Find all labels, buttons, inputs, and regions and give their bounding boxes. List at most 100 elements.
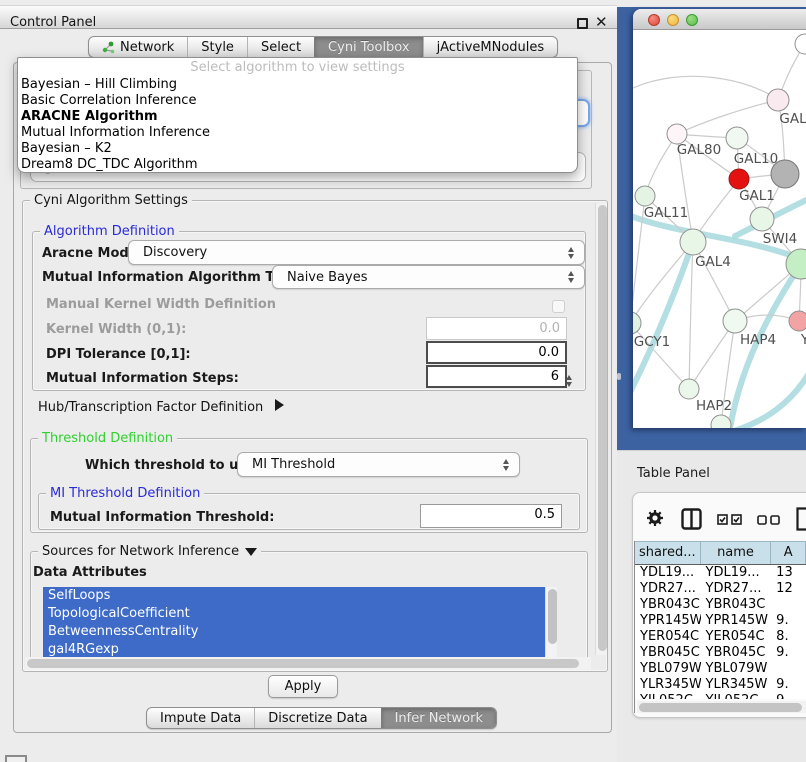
- network-window-titlebar[interactable]: [633, 9, 806, 30]
- network-edge-thick[interactable]: [633, 242, 693, 402]
- attribute-item[interactable]: SelfLoops: [43, 587, 557, 605]
- network-node-GAL10[interactable]: [726, 127, 748, 149]
- expand-right-icon: [275, 399, 284, 411]
- mi-type-combo[interactable]: Naive Bayes: [272, 265, 585, 289]
- checked-columns-icon[interactable]: [717, 514, 742, 525]
- tab-cyni-toolbox[interactable]: Cyni Toolbox: [314, 37, 423, 57]
- algorithm-option[interactable]: Bayesian – K2: [18, 141, 577, 157]
- column-header[interactable]: A: [771, 542, 806, 564]
- table-rows: YDL19...YDL19...13YDR27...YDR27...12YBR0…: [635, 565, 806, 699]
- cyni-algorithm-settings-title: Cyni Algorithm Settings: [30, 193, 192, 208]
- manual-kernel-checkbox[interactable]: [552, 300, 565, 313]
- minimized-panel-icon[interactable]: [5, 755, 27, 762]
- data-attributes-label: Data Attributes: [33, 565, 147, 580]
- hub-definition-toggle[interactable]: Hub/Transcription Factor Definition: [38, 399, 284, 415]
- settings-vertical-scrollbar[interactable]: [595, 203, 607, 655]
- algorithm-option[interactable]: ARACNE Algorithm: [18, 109, 577, 125]
- network-node-gray-hub[interactable]: [771, 160, 799, 188]
- zoom-traffic-light-icon[interactable]: [686, 14, 698, 26]
- mi-steps-field[interactable]: 6: [426, 365, 567, 388]
- attributes-scrollbar[interactable]: [545, 587, 557, 657]
- attribute-item[interactable]: BetweennessCentrality: [43, 623, 557, 641]
- sources-toggle[interactable]: Sources for Network Inference: [38, 544, 261, 559]
- column-header[interactable]: shared...: [635, 542, 701, 564]
- split-columns-icon[interactable]: [681, 508, 702, 530]
- hub-definition-label: Hub/Transcription Factor Definition: [38, 400, 263, 415]
- network-node-bottom-partial[interactable]: [711, 415, 731, 428]
- settings-horizontal-scrollbar[interactable]: [25, 657, 591, 670]
- node-label-GAL80: GAL80: [677, 142, 721, 158]
- algorithm-option[interactable]: Bayesian – Hill Climbing: [18, 77, 577, 93]
- network-edge[interactable]: [677, 100, 778, 134]
- tab-select[interactable]: Select: [247, 37, 314, 57]
- table-cell: YBR043C: [701, 597, 772, 613]
- tab-discretize-data[interactable]: Discretize Data: [254, 708, 380, 728]
- network-node-HAP2[interactable]: [679, 379, 699, 399]
- table-cell: YPR145W: [701, 613, 772, 629]
- network-node-Y-partial[interactable]: [789, 311, 806, 331]
- table-row[interactable]: YPR145WYPR145W9.: [635, 613, 806, 629]
- which-threshold-combo[interactable]: MI Threshold: [237, 452, 520, 477]
- network-node-GAL4[interactable]: [680, 229, 706, 255]
- table-row[interactable]: YBR045CYBR045C9.: [635, 645, 806, 661]
- network-edge[interactable]: [689, 242, 693, 389]
- close-icon[interactable]: ✕: [595, 13, 608, 31]
- network-node-green-1[interactable]: [750, 207, 774, 231]
- algorithm-option[interactable]: Basic Correlation Inference: [18, 93, 577, 109]
- table-row[interactable]: YIL052CYIL052C9: [635, 693, 806, 699]
- node-table: shared...nameA YDL19...YDL19...13YDR27..…: [634, 541, 806, 713]
- network-canvas[interactable]: GALGAL80GAL10GAL1GAL11GAL4SWI4HAP4YGCY1H…: [633, 30, 806, 428]
- network-node-GCY1[interactable]: [633, 312, 641, 334]
- combo-spinner-icon: [503, 459, 510, 471]
- attribute-item[interactable]: gal4RGexp: [43, 641, 557, 657]
- table-row[interactable]: YDL19...YDL19...13: [635, 565, 806, 581]
- table-cell: [771, 597, 806, 613]
- table-horizontal-scrollbar[interactable]: [637, 701, 806, 713]
- minimize-traffic-light-icon[interactable]: [667, 14, 679, 26]
- algorithm-option[interactable]: Dream8 DC_TDC Algorithm: [18, 157, 577, 173]
- network-node-GAL2[interactable]: [767, 89, 789, 111]
- dpi-tolerance-field[interactable]: 0.0: [426, 341, 567, 364]
- mi-threshold-field[interactable]: 0.5: [420, 504, 562, 528]
- tab-impute-data[interactable]: Impute Data: [147, 708, 254, 728]
- algorithm-popup-prompt: Select algorithm to view settings: [18, 58, 577, 77]
- column-header[interactable]: name: [701, 542, 772, 564]
- tab-label: Network: [120, 40, 174, 55]
- node-label-GAL2: GAL: [779, 111, 806, 127]
- table-row[interactable]: YLR345WYLR345W9.: [635, 677, 806, 693]
- tab-infer-network[interactable]: Infer Network: [381, 708, 496, 728]
- gear-icon[interactable]: [646, 509, 664, 527]
- network-node-top-partial[interactable]: [795, 34, 806, 54]
- network-node-HAP4[interactable]: [723, 309, 747, 333]
- aracne-mode-value: Discovery: [143, 245, 207, 260]
- unchecked-columns-icon[interactable]: [757, 515, 780, 525]
- aracne-mode-combo[interactable]: Discovery: [128, 240, 585, 265]
- network-node-GAL1[interactable]: [729, 169, 749, 189]
- apply-button[interactable]: Apply: [268, 675, 338, 698]
- network-edge[interactable]: [633, 76, 778, 100]
- attribute-item[interactable]: TopologicalCoefficient: [43, 605, 557, 623]
- table-cell: YIL052C: [701, 693, 772, 699]
- table-row[interactable]: YBR043CYBR043C: [635, 597, 806, 613]
- tab-label: Impute Data: [160, 711, 241, 726]
- float-window-icon[interactable]: [577, 18, 588, 29]
- network-window: GALGAL80GAL10GAL1GAL11GAL4SWI4HAP4YGCY1H…: [633, 9, 806, 428]
- table-row[interactable]: YDR27...YDR27...12: [635, 581, 806, 597]
- document-icon[interactable]: [796, 507, 806, 531]
- close-traffic-light-icon[interactable]: [648, 14, 660, 26]
- network-node-GAL80[interactable]: [667, 124, 687, 144]
- kernel-width-field[interactable]: 0.0: [426, 317, 567, 340]
- node-label-GAL1: GAL1: [739, 188, 775, 204]
- table-row[interactable]: YER054CYER054C8.: [635, 629, 806, 645]
- table-cell: YBR045C: [701, 645, 772, 661]
- network-node-GAL11[interactable]: [635, 186, 655, 206]
- tab-network[interactable]: Network: [89, 37, 187, 57]
- node-label-GAL4: GAL4: [695, 254, 731, 270]
- algorithm-option[interactable]: Mutual Information Inference: [18, 125, 577, 141]
- splitter-handle[interactable]: [617, 373, 621, 380]
- tab-style[interactable]: Style: [187, 37, 247, 57]
- network-edge[interactable]: [633, 242, 693, 323]
- node-label-HAP2: HAP2: [696, 398, 732, 414]
- table-row[interactable]: YBL079WYBL079W: [635, 661, 806, 677]
- tab-jactivemnodules[interactable]: jActiveMNodules: [423, 37, 558, 57]
